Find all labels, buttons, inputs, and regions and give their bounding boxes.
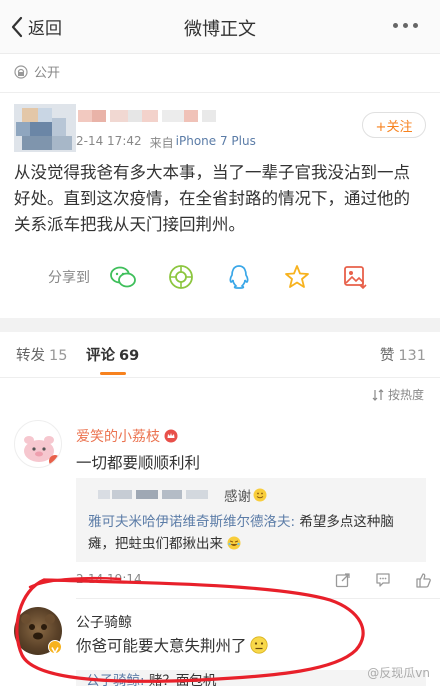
section-gap <box>0 318 440 332</box>
reply-icon[interactable] <box>374 571 392 589</box>
laugh-cry-emoji-icon <box>227 536 241 550</box>
like-icon[interactable] <box>414 571 432 589</box>
tab-repost-label: 转发 <box>16 348 45 364</box>
follow-button[interactable]: +关注 <box>362 112 426 138</box>
reply-username: 公子骑鲸: <box>86 673 145 686</box>
favorite-star-icon[interactable] <box>282 262 312 292</box>
smile-emoji-icon <box>253 488 267 502</box>
save-image-icon[interactable] <box>340 262 370 292</box>
tab-bar: 转发 15 评论 69 赞 131 <box>0 332 440 378</box>
reply-text: 赌？面包机 <box>144 673 217 686</box>
post-device[interactable]: iPhone 7 Plus <box>176 134 256 151</box>
tab-comment-label: 评论 <box>86 348 115 364</box>
reply-item: 雅可夫米哈伊诺维奇斯维尔德洛夫: 希望多点这种脑瘫，把蛀虫们都揪出来 <box>88 511 418 555</box>
verified-badge-icon <box>48 640 62 655</box>
share-bar: 分享到 <box>48 262 370 292</box>
comment-text: 一切都要顺顺利利 <box>76 454 201 472</box>
awkward-emoji-icon <box>249 636 268 654</box>
tab-repost[interactable]: 转发 15 <box>16 344 67 365</box>
tab-comment[interactable]: 评论 69 <box>86 344 139 365</box>
comment-username-text: 爱笑的小荔枝 <box>76 429 160 445</box>
reply-username-blurred <box>98 490 208 499</box>
navigation-bar: 返回 微博正文 <box>0 0 440 54</box>
divider <box>76 598 440 599</box>
wechat-icon[interactable] <box>108 262 138 292</box>
divider <box>0 92 440 93</box>
comment-text: 你爸可能要大意失荆州了 <box>76 634 268 656</box>
qq-icon[interactable] <box>224 262 254 292</box>
visibility-indicator: 公开 <box>14 62 60 81</box>
watermark: @反现瓜vn <box>367 666 430 680</box>
comment-time: 2-14 19:14 <box>76 572 142 586</box>
comment-replies[interactable]: 感谢 雅可夫米哈伊诺维奇斯维尔德洛夫: 希望多点这种脑瘫，把蛀虫们都揪出来 <box>76 478 426 562</box>
comment-text-body: 你爸可能要大意失荆州了 <box>76 637 247 655</box>
lock-icon <box>14 64 28 79</box>
reply-thanks-text: 感谢 <box>224 489 251 505</box>
share-icon[interactable] <box>334 571 352 589</box>
page-title: 微博正文 <box>184 19 256 40</box>
crown-badge-icon <box>164 429 178 443</box>
reply-thanks: 感谢 <box>224 485 267 505</box>
tab-like[interactable]: 赞 131 <box>380 344 426 365</box>
comment-avatar[interactable] <box>14 420 62 468</box>
more-options-button[interactable] <box>393 23 418 28</box>
reply-username[interactable]: 雅可夫米哈伊诺维奇斯维尔德洛夫: <box>88 514 295 530</box>
share-label: 分享到 <box>48 270 90 286</box>
post-meta: 2-14 17:42 来自 iPhone 7 Plus <box>76 134 256 151</box>
comment-actions <box>334 571 432 589</box>
sort-icon <box>372 388 384 401</box>
active-tab-indicator <box>100 372 126 375</box>
post-text: 从没觉得我爸有多大本事，当了一辈子官我没沾到一点好处。直到这次疫情，在全省封路的… <box>14 163 410 234</box>
moments-icon[interactable] <box>166 262 196 292</box>
username-blurred[interactable] <box>78 108 268 124</box>
avatar[interactable] <box>14 104 76 152</box>
tab-repost-count: 15 <box>49 348 68 364</box>
tab-like-count: 131 <box>398 348 426 364</box>
sort-label: 按热度 <box>387 388 424 402</box>
comment-username[interactable]: 公子骑鲸 <box>76 612 132 632</box>
post-time: 2-14 17:42 <box>76 134 142 148</box>
visibility-label: 公开 <box>34 66 61 81</box>
sort-button[interactable]: 按热度 <box>372 386 424 403</box>
post-source-prefix: 来自 <box>149 136 174 150</box>
comment-username[interactable]: 爱笑的小荔枝 <box>76 426 178 446</box>
tab-comment-count: 69 <box>119 348 140 364</box>
tab-like-label: 赞 <box>379 348 395 364</box>
